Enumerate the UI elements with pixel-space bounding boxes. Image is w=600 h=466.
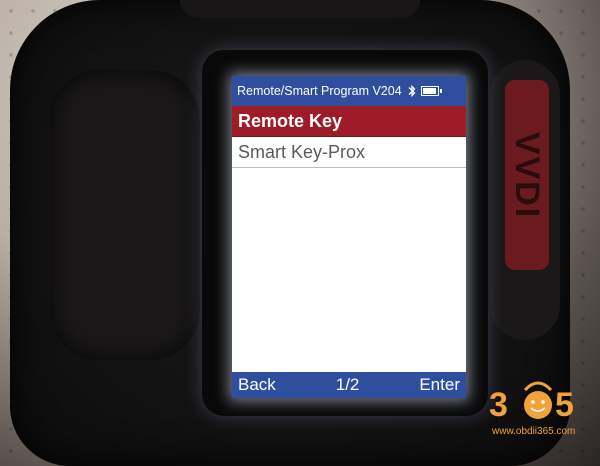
battery-icon bbox=[420, 86, 442, 96]
logo-digit: 5 bbox=[555, 386, 574, 424]
menu-item-label: Smart Key-Prox bbox=[238, 141, 366, 162]
brand-label: VVDI bbox=[508, 131, 547, 219]
device-screen: Remote/Smart Program V204 Remote Key Sma… bbox=[232, 76, 466, 398]
page-indicator: 1/2 bbox=[335, 375, 360, 394]
device-top-edge bbox=[180, 0, 420, 18]
bluetooth-icon bbox=[408, 84, 416, 98]
bottom-bar: Back 1/2 Enter bbox=[232, 372, 466, 398]
battery-level-fill bbox=[422, 88, 436, 94]
menu-item-smart-key-prox[interactable]: Smart Key-Prox bbox=[232, 137, 466, 168]
menu-item-remote-key[interactable]: Remote Key bbox=[232, 106, 466, 137]
enter-button[interactable]: Enter bbox=[419, 375, 460, 395]
screen-title: Remote/Smart Program V204 bbox=[237, 84, 402, 98]
brand-strip: VVDI bbox=[505, 80, 549, 270]
obdii365-logo: 3 5 bbox=[489, 381, 574, 424]
device-left-grip bbox=[50, 70, 200, 360]
back-button[interactable]: Back bbox=[238, 375, 276, 395]
title-bar: Remote/Smart Program V204 bbox=[232, 76, 466, 106]
program-menu: Remote Key Smart Key-Prox bbox=[232, 106, 466, 168]
watermark-url: www.obdii365.com bbox=[492, 426, 576, 437]
logo-digit: 3 bbox=[489, 386, 508, 424]
menu-item-label: Remote Key bbox=[238, 110, 343, 131]
